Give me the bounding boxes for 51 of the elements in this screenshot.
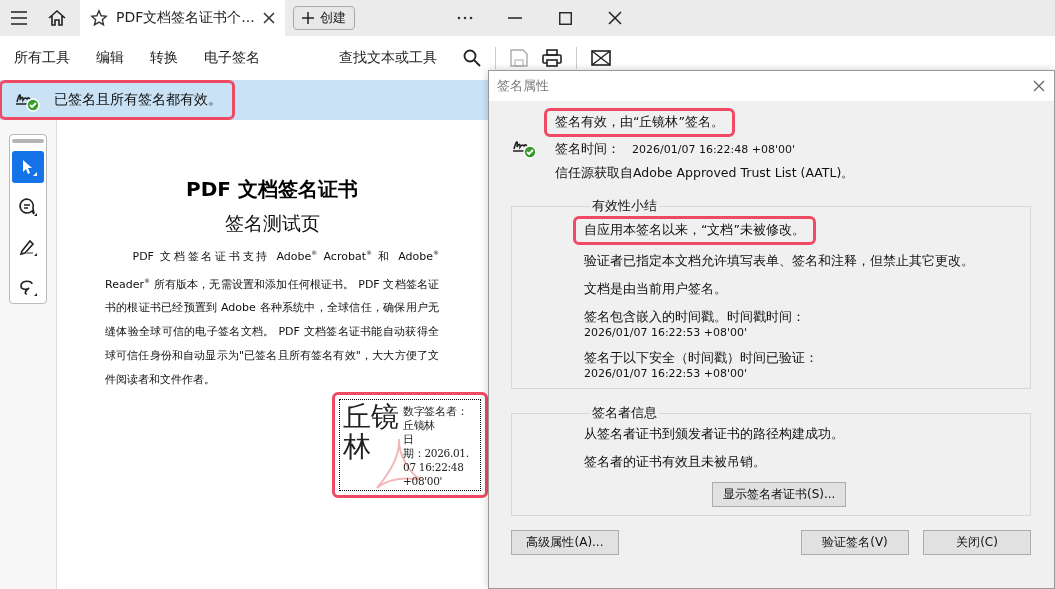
- menu-item[interactable]: 所有工具: [14, 49, 70, 67]
- document-paragraph: PDF 文档签名证书支持 Adobe$^{®}$ Acrobat$^{®}$ 和 Adobe$^{®}$ Reader$^{®}$ 所有版本，无需设置和添加任何根证书。 PDF 文档签名证书的根证书已经预置到 Adobe 各种系统中，全球信任，确保用户无缝体验全球可信的电子签名文档。 PDF 文档签名证书能自动获得全球可信任身份和自动显示为"已签名且所有签名有效"，大大方便了文件阅读者和文件作者。: [105, 248, 439, 389]
- group-title: 有效性小结: [591, 198, 658, 215]
- status-text: 已签名且所有签名都有效。: [54, 91, 222, 109]
- validity-headline: 签名有效，由“丘镜林”签名。: [547, 111, 732, 134]
- signing-time-label: 签名时间：: [555, 141, 620, 158]
- more-icon: [457, 16, 473, 20]
- trust-source-text: 信任源获取自Adobe Approved Trust List (AATL)。: [555, 165, 855, 182]
- close-icon[interactable]: [263, 12, 275, 24]
- document-subtitle: 签名测试页: [224, 211, 320, 236]
- info-text: 文档是由当前用户签名。: [584, 281, 727, 298]
- lasso-icon: [18, 277, 38, 297]
- comment-icon: [18, 197, 38, 217]
- mail-icon[interactable]: [591, 50, 611, 66]
- dialog-button[interactable]: 关闭(C): [923, 530, 1031, 555]
- home-icon: [47, 9, 67, 27]
- search-icon[interactable]: [463, 49, 481, 67]
- plus-icon: [302, 12, 314, 24]
- dialog-button[interactable]: 高级属性(A)...: [511, 530, 619, 555]
- info-text: 验证者已指定本文档允许填写表单、签名和注释，但禁止其它更改。: [584, 253, 974, 270]
- show-certificate-button[interactable]: 显示签名者证书(S)...: [712, 482, 847, 507]
- signature-details: 数字签名者： 丘镜林 日 期：2026.01. 07 16:22:48 +08'00': [403, 404, 469, 488]
- star-icon: [90, 9, 108, 27]
- info-text: 签名包含嵌入的时间戳。时间戳时间：: [584, 309, 805, 326]
- document-tab[interactable]: PDF文档签名证书个...: [80, 0, 285, 36]
- create-button[interactable]: 创建: [293, 6, 355, 30]
- tab-title: PDF文档签名证书个...: [116, 9, 255, 27]
- close-icon: [608, 11, 622, 25]
- menu-item[interactable]: 转换: [150, 49, 178, 67]
- menu-item[interactable]: 编辑: [96, 49, 124, 67]
- timestamp-text: 2026/01/07 16:22:53 +08'00': [584, 367, 749, 380]
- maximize-icon: [558, 11, 572, 25]
- print-icon[interactable]: [542, 49, 562, 67]
- info-text: 自应用本签名以来，“文档”未被修改。: [576, 219, 813, 242]
- group-title: 签名者信息: [591, 405, 658, 422]
- pen-icon: [18, 237, 38, 257]
- menu-item[interactable]: 电子签名: [204, 49, 260, 67]
- search-label[interactable]: 查找文本或工具: [339, 49, 437, 67]
- palette-grip[interactable]: [12, 139, 44, 143]
- timestamp-text: 2026/01/07 16:22:53 +08'00': [584, 326, 749, 339]
- signing-time-value: 2026/01/07 16:22:48 +08'00': [632, 143, 796, 156]
- signer-name: 丘镜林: [343, 402, 400, 462]
- dialog-button[interactable]: 验证签名(V): [801, 530, 909, 555]
- info-text: 签名于以下安全（时间戳）时间已验证：: [584, 350, 818, 367]
- info-text: 从签名者证书到颁发者证书的路径构建成功。: [584, 426, 844, 443]
- info-text: 签名者的证书有效且未被吊销。: [584, 454, 766, 471]
- menu-icon: [10, 11, 28, 25]
- close-icon: [1033, 80, 1045, 92]
- minimize-icon: [508, 17, 522, 19]
- dialog-title: 签名属性: [497, 77, 550, 95]
- document-title: PDF 文档签名证书: [186, 176, 358, 203]
